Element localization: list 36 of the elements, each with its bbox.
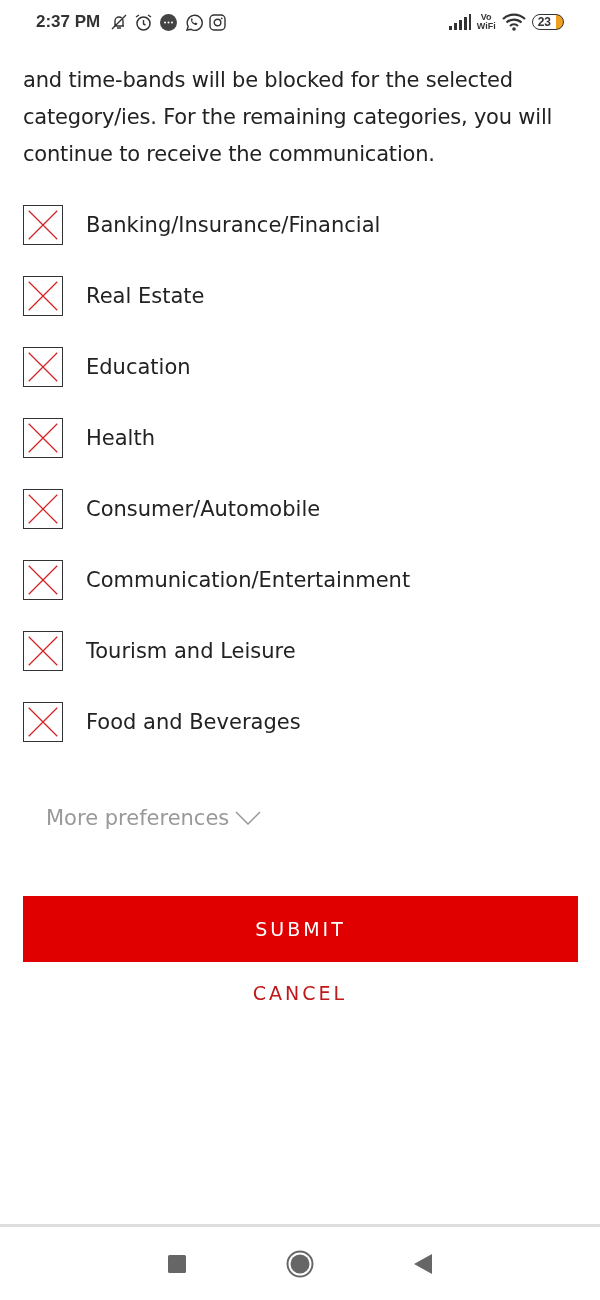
intro-text: and time-bands will be blocked for the selected — [23, 67, 514, 94]
checkbox[interactable] — [23, 560, 63, 600]
category-label: Food and Beverages — [86, 710, 301, 734]
checkbox[interactable] — [23, 418, 63, 458]
phone-bubble-icon — [184, 12, 204, 32]
checkbox[interactable] — [23, 276, 63, 316]
chevron-icon — [235, 811, 262, 825]
vowifi-label: Vo WiFi — [476, 13, 496, 31]
more-preferences-toggle[interactable]: More preferences — [46, 806, 262, 830]
category-label: Communication/Entertainment — [86, 568, 411, 592]
status-time: 2:37 PM — [36, 12, 101, 32]
camera-icon — [209, 13, 227, 31]
category-label: Banking/Insurance/Financial — [86, 213, 381, 237]
back-icon[interactable] — [414, 1253, 432, 1274]
intro-text: category/ies. For the remaining categories, you will — [23, 104, 554, 131]
category-label: Consumer/Automobile — [86, 497, 321, 521]
home-icon[interactable] — [286, 1249, 314, 1278]
checkbox[interactable] — [23, 347, 63, 387]
muted-bell-icon — [110, 13, 129, 31]
signal-icon — [448, 14, 471, 30]
checkbox[interactable] — [23, 489, 63, 529]
checkbox[interactable] — [23, 205, 63, 245]
checkbox[interactable] — [23, 702, 63, 742]
alarm-icon — [134, 12, 154, 32]
chat-bubble-icon — [159, 12, 179, 32]
submit-button[interactable]: SUBMIT — [23, 896, 578, 962]
cancel-button[interactable]: CANCEL — [252, 978, 348, 1008]
battery-indicator: 23 — [531, 14, 564, 30]
recents-icon[interactable] — [168, 1254, 186, 1273]
category-label: Tourism and Leisure — [86, 639, 296, 663]
intro-text: continue to receive the communication. — [23, 141, 436, 168]
category-label: Health — [86, 426, 155, 450]
category-label: Education — [86, 355, 191, 379]
category-label: Real Estate — [86, 284, 205, 308]
wifi-icon — [501, 13, 526, 31]
checkbox[interactable] — [23, 631, 63, 671]
